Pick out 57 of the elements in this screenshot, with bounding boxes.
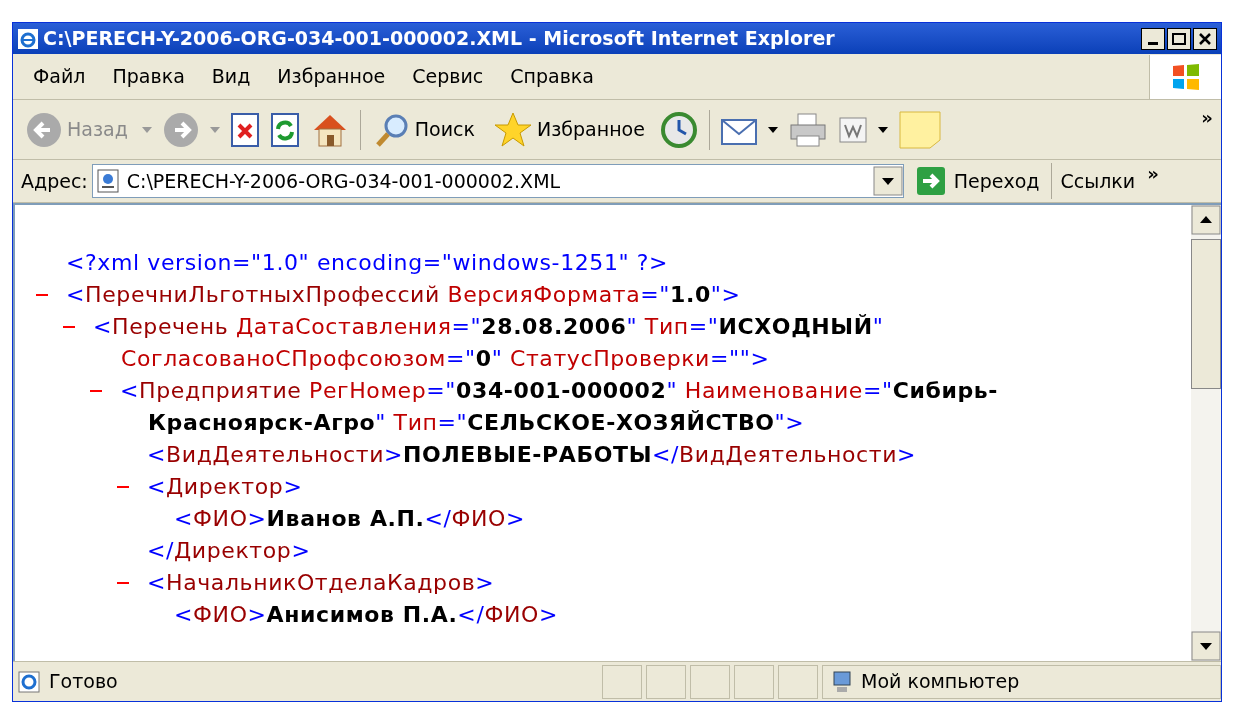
status-pane: Готово [13, 664, 598, 699]
history-icon[interactable] [658, 109, 699, 150]
menu-item[interactable]: Сервис [412, 62, 484, 91]
more-chevron[interactable]: » [1201, 104, 1213, 131]
more-chevron[interactable]: » [1147, 160, 1159, 187]
dropdown-caret-icon[interactable] [767, 126, 778, 133]
menu-item[interactable]: Избранное [277, 62, 386, 91]
xml-line: <ФИО>Иванов А.П.</ФИО> [174, 505, 526, 533]
status-pane [734, 664, 774, 699]
xml-file-icon [96, 169, 119, 193]
browser-logo-icon [17, 27, 39, 50]
scroll-thumb[interactable] [1191, 239, 1221, 389]
go-button[interactable]: Переход [907, 163, 1048, 199]
refresh-icon[interactable] [269, 111, 300, 148]
maximize-button[interactable] [1167, 27, 1191, 50]
status-pane [778, 664, 818, 699]
star-icon [493, 110, 533, 149]
status-pane [602, 664, 642, 699]
page-icon [17, 669, 41, 694]
xml-line: <ВидДеятельности>ПОЛЕВЫЕ-РАБОТЫ</ВидДеятельности> [147, 441, 917, 469]
dropdown-caret-icon[interactable] [877, 126, 888, 133]
menu-item[interactable]: Файл [33, 62, 86, 91]
status-pane [690, 664, 730, 699]
minimize-icon [1148, 41, 1158, 45]
address-label: Адрес: [21, 168, 88, 194]
xml-line: <?xml version="1.0" encoding="windows-1251" ?> [66, 249, 669, 277]
scroll-down-icon[interactable] [1191, 631, 1221, 661]
search-button[interactable]: Поиск [370, 106, 479, 153]
printer-icon[interactable] [787, 111, 828, 148]
window-title: C:\PERECH-Y-2006-ORG-034-001-000002.XML - Microsoft Internet Explorer [43, 26, 836, 52]
menu-item[interactable]: Справка [510, 62, 594, 91]
xml-line: Красноярск-Агро" Тип="СЕЛЬСКОЕ-ХОЗЯЙСТВО"> [148, 409, 805, 437]
document-icon[interactable] [837, 115, 868, 144]
xml-line: <ФИО>Анисимов П.А.</ФИО> [174, 601, 558, 629]
xml-line: <ПеречниЛьготныхПрофессий ВерсияФормата="1.0"> [66, 281, 741, 309]
xml-line: <НачальникОтделаКадров> [147, 569, 495, 597]
zone-pane: Мой компьютер [822, 664, 1221, 699]
minimize-button[interactable] [1141, 27, 1165, 50]
status-pane [646, 664, 686, 699]
xml-line: <Предприятие РегНомер="034-001-000002" Наименование="Сибирь- [120, 377, 998, 405]
stop-icon[interactable] [229, 111, 260, 148]
menu-item[interactable]: Вид [211, 62, 251, 91]
xml-line: СогласованоСПрофсоюзом="0" СтатусПроверки=""> [121, 345, 770, 373]
close-icon [1199, 32, 1211, 45]
menu-item[interactable]: Правка [112, 62, 185, 91]
xml-line: </Директор> [147, 537, 311, 565]
xml-line: <Директор> [147, 473, 303, 501]
windows-flag-icon [1170, 61, 1201, 92]
links-label[interactable]: Ссылки [1060, 166, 1136, 196]
scroll-up-icon[interactable] [1191, 205, 1221, 235]
xml-line: <Перечень ДатаСоставления="28.08.2006" Тип="ИСХОДНЫЙ" [93, 313, 884, 341]
address-field[interactable]: C:\PERECH-Y-2006-ORG-034-001-000002.XML [91, 164, 904, 198]
vertical-scrollbar[interactable] [1191, 205, 1221, 661]
favorites-button[interactable]: Избранное [489, 106, 649, 153]
maximize-icon [1172, 32, 1186, 45]
computer-icon [831, 669, 853, 694]
close-button[interactable] [1193, 27, 1217, 50]
